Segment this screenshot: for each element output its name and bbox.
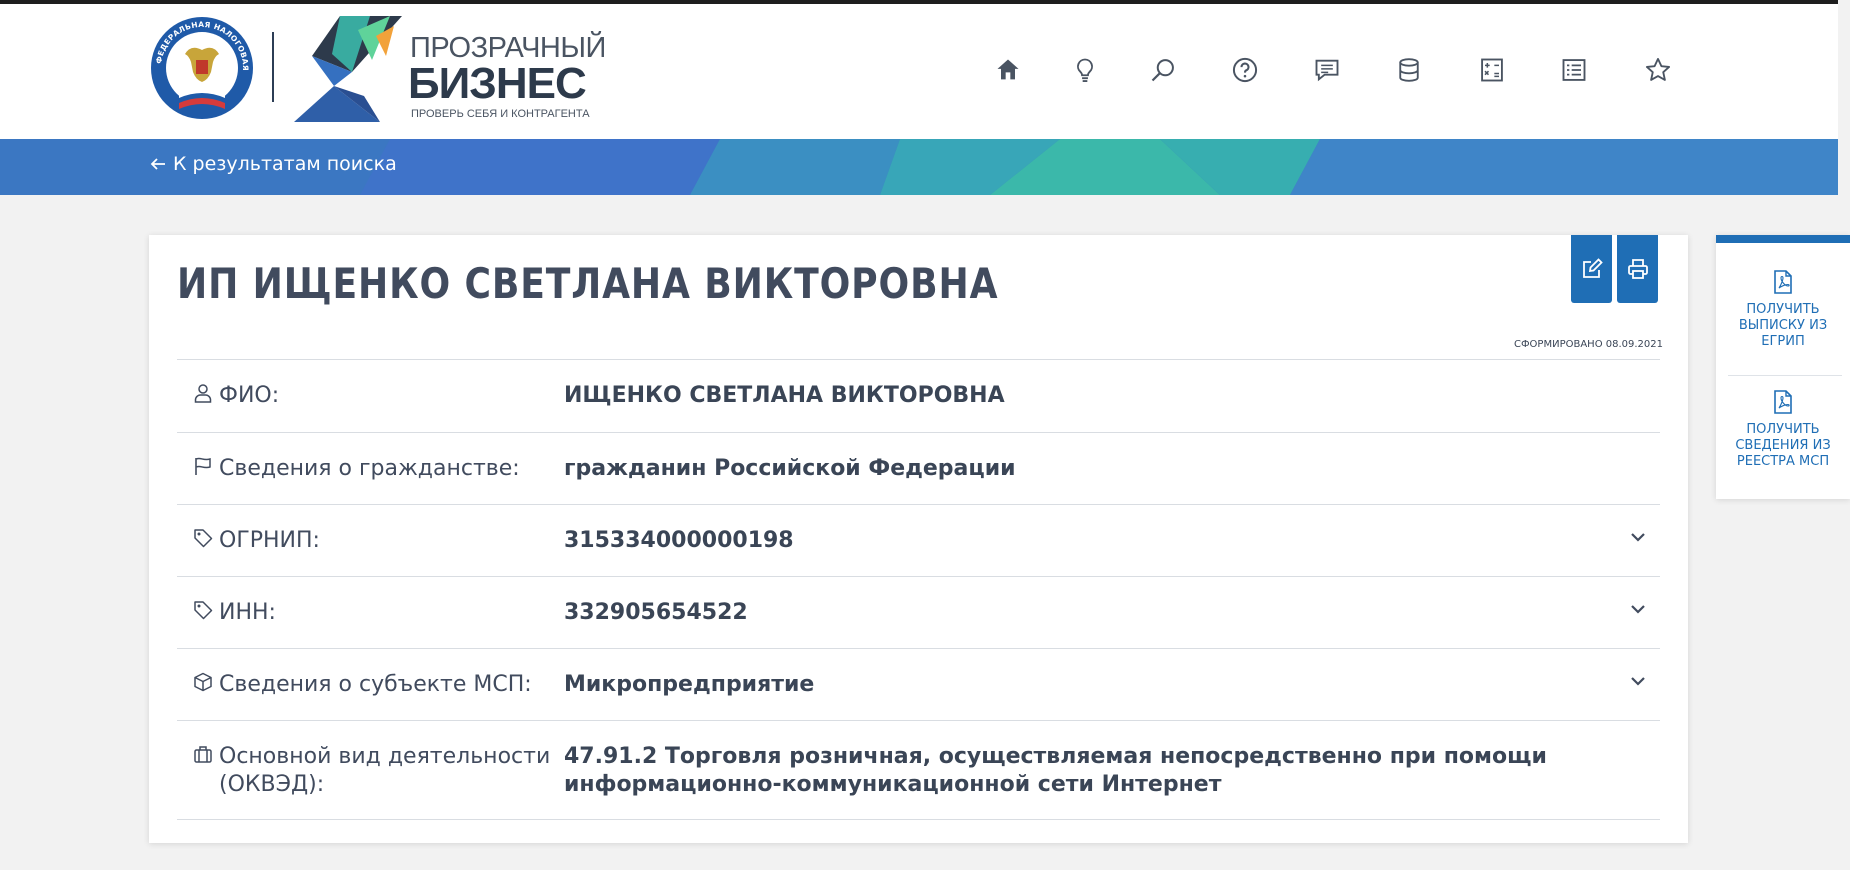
row-citizenship: Сведения о гражданстве: гражданин Россий… <box>177 432 1660 504</box>
arrow-left-icon <box>150 158 165 170</box>
print-button[interactable] <box>1617 235 1658 303</box>
row-value: гражданин Российской Федерации <box>564 456 1016 481</box>
row-label-text: Сведения о субъекте МСП: <box>219 672 532 697</box>
chevron-down-icon[interactable] <box>1628 599 1648 619</box>
row-value: ИЩЕНКО СВЕТЛАНА ВИКТОРОВНА <box>564 383 1005 408</box>
nav-registry[interactable] <box>1556 52 1592 88</box>
row-inn[interactable]: ИНН: 332905654522 <box>177 576 1660 648</box>
row-ogrnip[interactable]: ОГРНИП: 315334000000198 <box>177 504 1660 576</box>
tag-icon <box>194 529 213 548</box>
calculator-icon <box>1481 58 1503 82</box>
row-label: ФИО: <box>177 360 564 432</box>
row-label: ИНН: <box>177 577 564 648</box>
row-value: Микропредприятие <box>564 672 815 697</box>
back-to-results-link[interactable]: К результатам поиска <box>149 153 397 175</box>
print-icon <box>1627 259 1648 279</box>
row-label-text: ОГРНИП: <box>219 528 320 553</box>
pdf-file-icon <box>1774 390 1792 414</box>
nav-feedback[interactable] <box>1309 52 1345 88</box>
edit-icon <box>1582 258 1603 278</box>
nav-calculator[interactable] <box>1474 52 1510 88</box>
lightbulb-icon <box>1077 58 1093 83</box>
entity-card: ИП ИЩЕНКО СВЕТЛАНА ВИКТОРОВНА СФОРМИРОВА… <box>149 235 1688 843</box>
row-label-text: ИНН: <box>219 600 276 625</box>
row-value: 47.91.2 Торговля розничная, осуществляем… <box>564 744 1547 797</box>
row-fio: ФИО: ИЩЕНКО СВЕТЛАНА ВИКТОРОВНА <box>177 359 1660 432</box>
side-item-label: ПОЛУЧИТЬ ВЫПИСКУ ИЗ ЕГРИП <box>1738 302 1828 349</box>
home-icon <box>997 59 1019 80</box>
details-table: ФИО: ИЩЕНКО СВЕТЛАНА ВИКТОРОВНА Сведения… <box>177 359 1660 820</box>
edit-button[interactable] <box>1571 235 1612 303</box>
top-nav <box>0 52 1838 88</box>
row-label: Основной вид деятельности (ОКВЭД): <box>177 721 564 819</box>
row-value: 315334000000198 <box>564 528 794 553</box>
cube-icon <box>194 672 212 692</box>
row-label: Сведения о субъекте МСП: <box>177 649 564 720</box>
star-icon <box>1645 57 1671 81</box>
row-msp[interactable]: Сведения о субъекте МСП: Микропредприяти… <box>177 648 1660 720</box>
chat-icon <box>1315 59 1339 82</box>
nav-services[interactable] <box>1391 52 1427 88</box>
side-actions-panel: ПОЛУЧИТЬ ВЫПИСКУ ИЗ ЕГРИП ПОЛУЧИТЬ СВЕДЕ… <box>1716 235 1850 499</box>
row-label-text: Основной вид деятельности (ОКВЭД): <box>219 744 551 797</box>
help-circle-icon <box>1232 57 1258 83</box>
briefcase-icon <box>194 746 212 763</box>
nav-home[interactable] <box>990 52 1026 88</box>
search-icon <box>1151 59 1174 82</box>
logo-tagline: ПРОВЕРЬ СЕБЯ И КОНТРАГЕНТА <box>411 108 590 120</box>
nav-help[interactable] <box>1227 52 1263 88</box>
side-divider <box>1728 375 1842 376</box>
nav-search[interactable] <box>1145 52 1181 88</box>
row-label-text: ФИО: <box>219 383 280 408</box>
tag-icon <box>194 601 213 620</box>
back-link-label: К результатам поиска <box>173 153 397 175</box>
row-label: ОГРНИП: <box>177 505 564 576</box>
pdf-file-icon <box>1774 270 1792 294</box>
get-egrip-extract-button[interactable]: ПОЛУЧИТЬ ВЫПИСКУ ИЗ ЕГРИП <box>1716 269 1850 350</box>
get-msp-registry-button[interactable]: ПОЛУЧИТЬ СВЕДЕНИЯ ИЗ РЕЕСТРА МСП <box>1716 389 1850 470</box>
person-icon <box>194 384 212 403</box>
list-icon <box>1562 59 1586 81</box>
row-label: Сведения о гражданстве: <box>177 433 564 504</box>
page-title: ИП ИЩЕНКО СВЕТЛАНА ВИКТОРОВНА <box>177 259 999 308</box>
side-item-label: ПОЛУЧИТЬ СВЕДЕНИЯ ИЗ РЕЕСТРА МСП <box>1735 422 1831 469</box>
chevron-down-icon[interactable] <box>1628 527 1648 547</box>
generated-date: СФОРМИРОВАНО 08.09.2021 <box>1513 339 1663 350</box>
flag-icon <box>195 457 211 475</box>
row-okved: Основной вид деятельности (ОКВЭД): 47.91… <box>177 720 1660 820</box>
chevron-down-icon[interactable] <box>1628 671 1648 691</box>
nav-tips[interactable] <box>1067 52 1103 88</box>
row-label-text: Сведения о гражданстве: <box>219 456 520 481</box>
row-value: 332905654522 <box>564 600 748 625</box>
nav-favorites[interactable] <box>1640 52 1676 88</box>
database-icon <box>1399 58 1419 82</box>
